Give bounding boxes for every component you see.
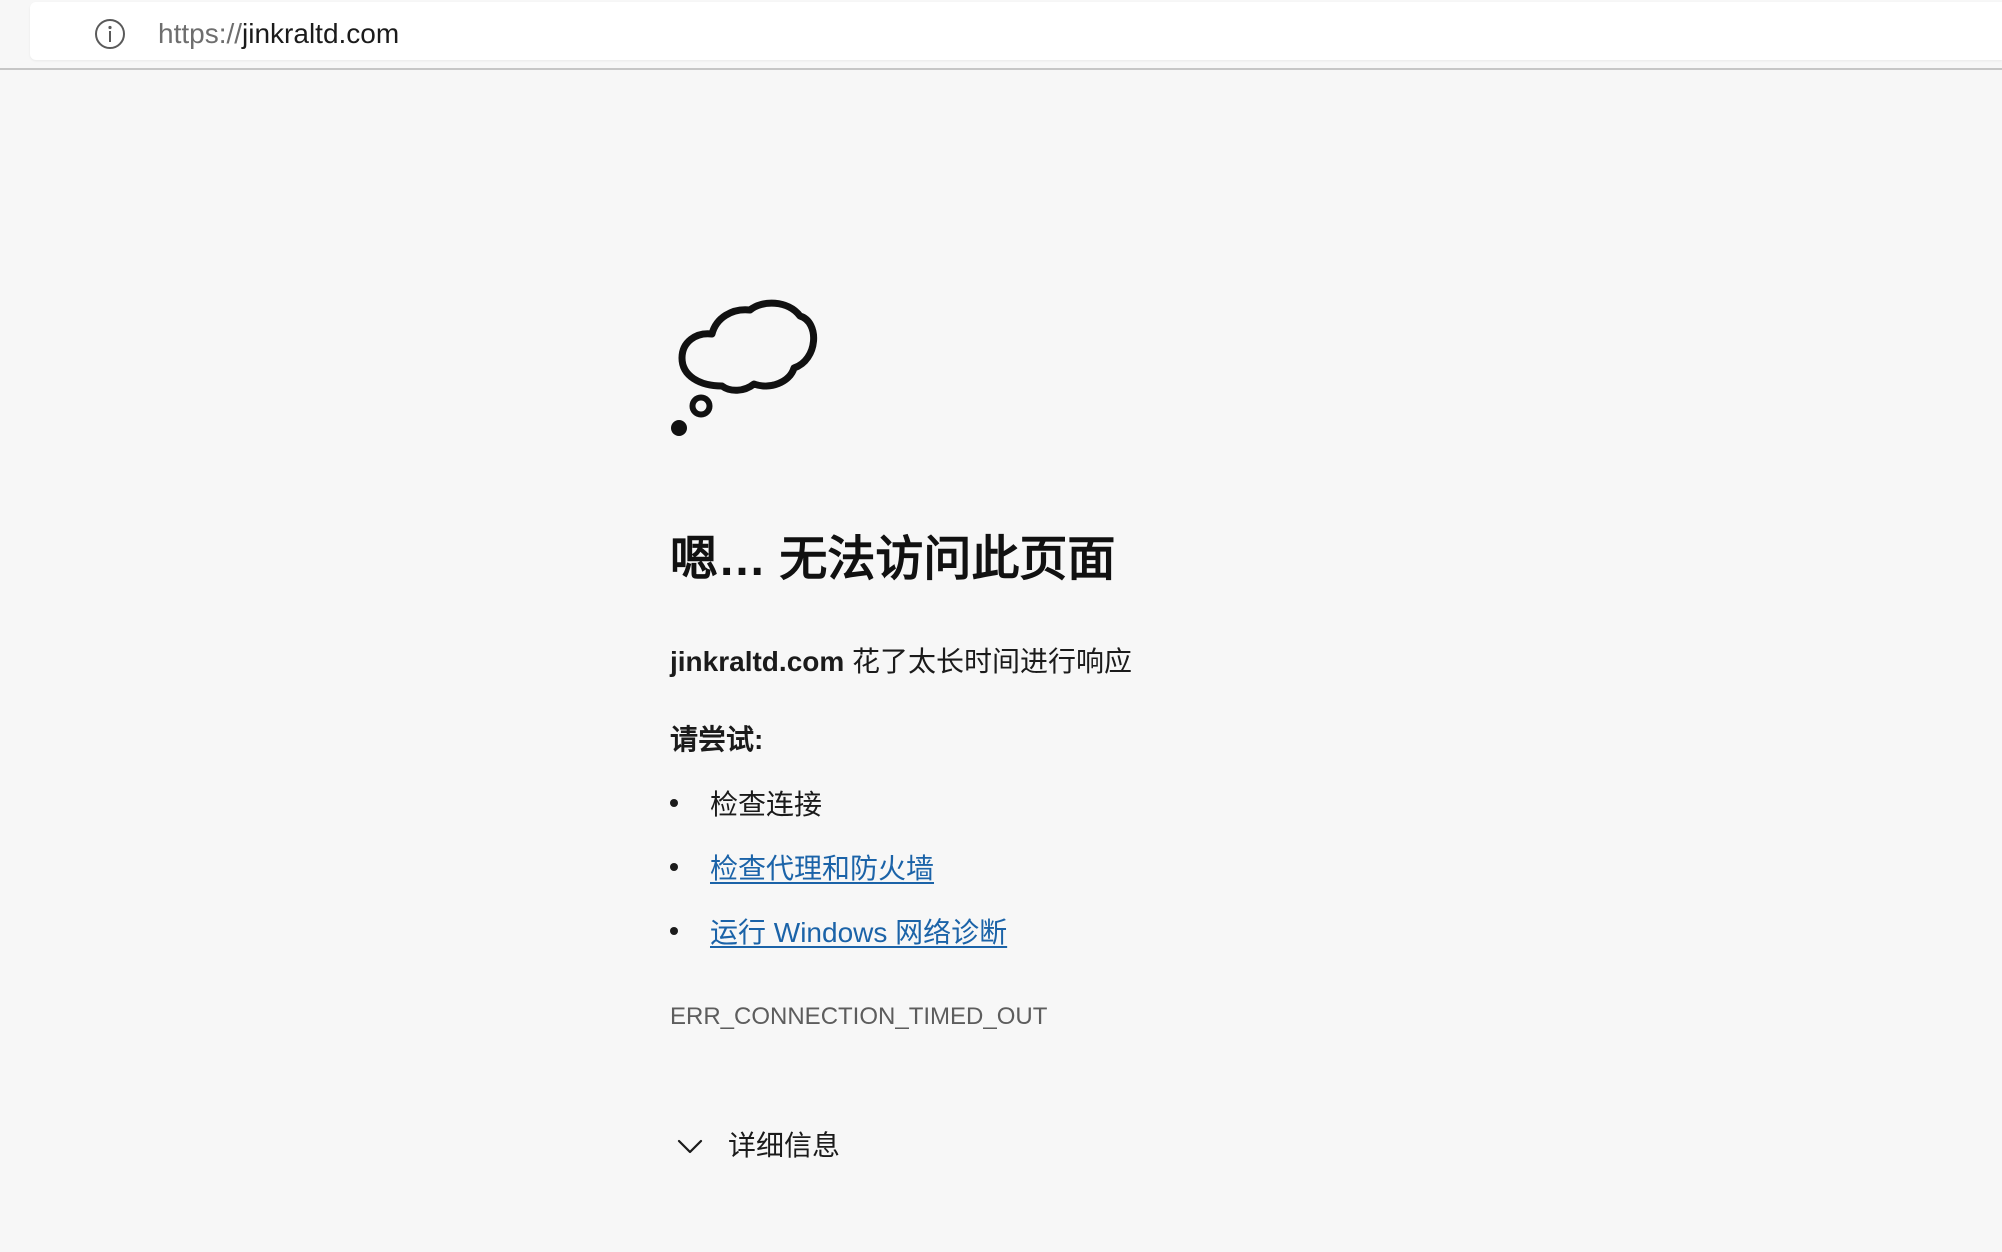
bullet-icon xyxy=(670,863,678,871)
bullet-icon xyxy=(670,799,678,807)
error-message: jinkraltd.com 花了太长时间进行响应 xyxy=(670,642,1132,682)
error-message-text: 花了太长时间进行响应 xyxy=(844,646,1133,677)
suggestion-check-connection: 检查连接 xyxy=(670,785,1007,849)
chevron-down-icon xyxy=(677,1139,703,1154)
browser-toolbar: https://jinkraltd.com xyxy=(0,0,2002,70)
address-bar[interactable]: https://jinkraltd.com xyxy=(30,2,2002,60)
suggestion-list: 检查连接 检查代理和防火墙 运行 Windows 网络诊断 xyxy=(670,785,1007,977)
suggestion-network-diagnostics: 运行 Windows 网络诊断 xyxy=(670,913,1007,977)
details-label: 详细信息 xyxy=(728,1130,841,1161)
thought-cloud-icon xyxy=(671,299,817,436)
url-text[interactable]: https://jinkraltd.com xyxy=(158,16,399,52)
error-message-host: jinkraltd.com xyxy=(670,646,845,677)
url-scheme: https:// xyxy=(158,18,243,49)
error-code: ERR_CONNECTION_TIMED_OUT xyxy=(670,1003,1048,1030)
suggestion-check-proxy-firewall: 检查代理和防火墙 xyxy=(670,849,1007,913)
try-label: 请尝试: xyxy=(670,724,764,755)
check-proxy-firewall-link[interactable]: 检查代理和防火墙 xyxy=(710,853,934,884)
url-host: jinkraltd.com xyxy=(242,18,400,49)
info-icon[interactable] xyxy=(94,18,126,50)
details-toggle-button[interactable]: 详细信息 xyxy=(676,1124,840,1168)
error-heading: 嗯… 无法访问此页面 xyxy=(670,533,1116,586)
windows-network-diagnostics-link[interactable]: 运行 Windows 网络诊断 xyxy=(710,917,1007,948)
suggestion-label: 检查连接 xyxy=(710,789,823,820)
bullet-icon xyxy=(670,927,678,935)
